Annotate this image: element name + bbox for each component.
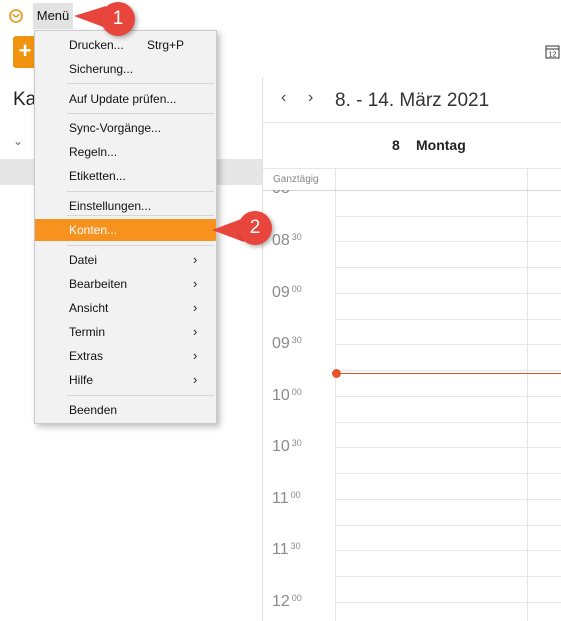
chevron-down-icon[interactable]: ⌄: [13, 134, 23, 148]
menu-separator: [67, 83, 214, 84]
time-label: 09 30: [272, 335, 302, 352]
menu-item-etiketten[interactable]: Etiketten...: [35, 165, 216, 187]
menu-separator: [67, 113, 214, 114]
menu-button[interactable]: Menü: [33, 3, 73, 29]
time-label: 10 00: [272, 387, 302, 404]
menu-item-label: Datei: [69, 253, 98, 267]
menu-item-label: Konten...: [69, 223, 118, 237]
menu-separator: [67, 191, 214, 192]
day-column-divider: [527, 169, 528, 621]
pane-divider: [262, 77, 263, 621]
slot-line: [336, 422, 561, 423]
menu-item-beenden[interactable]: Beenden: [35, 399, 216, 421]
menu-separator: [67, 395, 214, 396]
menu-item-hilfe[interactable]: Hilfe ›: [35, 369, 216, 391]
menu-item-extras[interactable]: Extras ›: [35, 345, 216, 367]
slot-line: [336, 550, 561, 551]
chevron-right-icon: ›: [193, 300, 198, 315]
svg-text:12: 12: [549, 52, 557, 59]
slot-line: [336, 216, 561, 217]
menu-item-drucken[interactable]: Drucken... Strg+P: [35, 34, 216, 56]
time-label: 12 00: [272, 593, 302, 610]
menu-item-termin[interactable]: Termin ›: [35, 321, 216, 343]
menu-item-label: Hilfe: [69, 373, 94, 387]
current-time-line: [338, 373, 561, 374]
menu-item-konten[interactable]: Konten...: [35, 219, 216, 241]
day-number: 8: [392, 137, 400, 153]
slot-line: [336, 267, 561, 268]
current-time-dot: [332, 369, 341, 378]
app-logo-icon: [9, 9, 23, 23]
slot-line: [336, 525, 561, 526]
menu-item-label: Bearbeiten: [69, 277, 128, 291]
slot-line: [336, 293, 561, 294]
time-label: 08 30: [272, 232, 302, 249]
menu-item-ansicht[interactable]: Ansicht ›: [35, 297, 216, 319]
callout-1-badge: 1: [101, 2, 135, 36]
chevron-right-icon: ›: [193, 276, 198, 291]
shortcut-label: Strg+P: [147, 38, 185, 52]
slot-line: [336, 499, 561, 500]
slot-line: [336, 241, 561, 242]
menu-item-label: Drucken...: [69, 38, 124, 52]
time-column-divider: [335, 169, 336, 621]
slot-line: [336, 602, 561, 603]
menu-separator: [67, 215, 214, 216]
menu-item-label: Einstellungen...: [69, 199, 152, 213]
chevron-right-icon: ›: [193, 348, 198, 363]
slot-line: [336, 344, 561, 345]
slot-line: [336, 473, 561, 474]
chevron-right-icon: ›: [193, 252, 198, 267]
chevron-right-icon: ›: [193, 372, 198, 387]
menu-item-label: Beenden: [69, 403, 118, 417]
menu-item-auf-update-prüfen[interactable]: Auf Update prüfen...: [35, 88, 216, 110]
calendar-icon[interactable]: 12: [545, 44, 560, 59]
menu-item-label: Extras: [69, 349, 104, 363]
menu-item-label: Sicherung...: [69, 62, 134, 76]
menu-item-regeln[interactable]: Regeln...: [35, 141, 216, 163]
slot-line: [336, 576, 561, 577]
menu-item-label: Etiketten...: [69, 169, 126, 183]
slot-line: [336, 370, 561, 371]
day-name: Montag: [416, 137, 466, 153]
menu-item-label: Regeln...: [69, 145, 118, 159]
menu-item-sync-vorgänge[interactable]: Sync-Vorgänge...: [35, 117, 216, 139]
allday-label: Ganztägig: [273, 174, 319, 185]
chevron-right-icon: ›: [193, 324, 198, 339]
callout-2-badge: 2: [238, 211, 272, 245]
menu-item-sicherung[interactable]: Sicherung...: [35, 58, 216, 80]
menu-item-label: Ansicht: [69, 301, 109, 315]
menu-item-label: Termin: [69, 325, 106, 339]
menu-item-label: Auf Update prüfen...: [69, 92, 177, 106]
previous-week-button[interactable]: ‹: [281, 89, 286, 107]
day-header-divider: [263, 168, 561, 169]
slot-line: [336, 319, 561, 320]
date-range-title: 8. - 14. März 2021: [335, 90, 490, 111]
header-divider: [263, 122, 561, 123]
menu-item-label: Sync-Vorgänge...: [69, 121, 162, 135]
slot-line: [336, 396, 561, 397]
sidebar-title: Ka: [13, 89, 37, 110]
menu-item-bearbeiten[interactable]: Bearbeiten ›: [35, 273, 216, 295]
menu-item-datei[interactable]: Datei ›: [35, 249, 216, 271]
menu-item-einstellungen[interactable]: Einstellungen...: [35, 195, 216, 217]
time-label: 11 00: [272, 490, 301, 507]
main-menu-dropdown: Drucken... Strg+P Sicherung... Auf Update p…: [34, 30, 217, 424]
slot-line: [336, 447, 561, 448]
time-label: 10 30: [272, 438, 302, 455]
time-label: 11 30: [272, 541, 301, 558]
next-week-button[interactable]: ›: [308, 89, 313, 107]
time-label: 09 00: [272, 284, 302, 301]
menu-separator: [67, 245, 214, 246]
